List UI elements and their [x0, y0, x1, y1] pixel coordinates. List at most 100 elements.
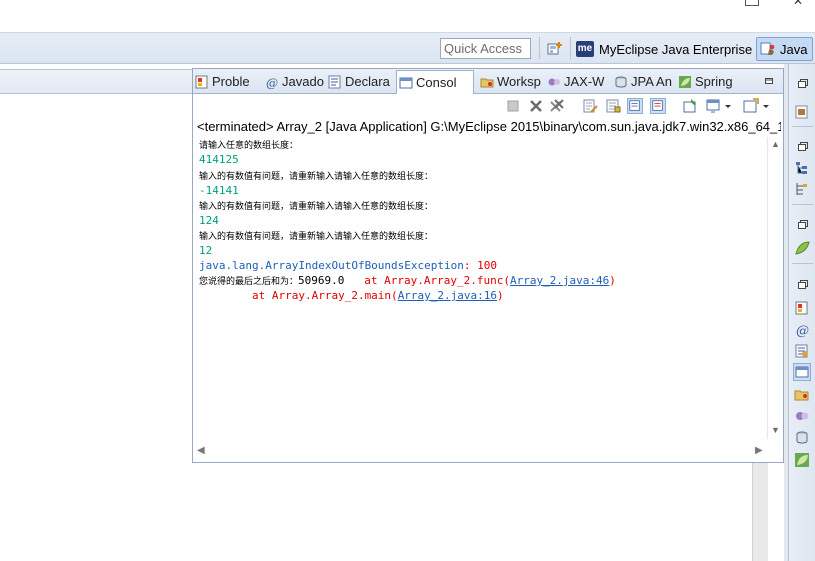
tab-workspace[interactable]: Worksp [480, 70, 544, 93]
console-line: 输入的有数值有问题，请重新输入请输入任意的数组长度： [199, 232, 434, 242]
console-input-line: -14141 [199, 184, 239, 197]
main-toolbar: Quick Access me MyEclipse Java Enterpris… [0, 32, 815, 64]
tab-declaration[interactable]: Declara [328, 70, 398, 93]
display-selected-console-icon[interactable] [706, 98, 722, 114]
editor-area-header [0, 69, 192, 94]
declaration-icon [328, 75, 341, 88]
tab-label: Declara [345, 74, 390, 89]
perspective-java-label: Java [780, 41, 808, 57]
clear-console-icon[interactable] [582, 98, 598, 114]
chevron-down-icon[interactable] [723, 98, 733, 114]
remove-all-terminated-icon[interactable] [549, 98, 565, 114]
spring-icon [679, 75, 691, 88]
console-output[interactable]: 请输入任意的数组长度： 414125 输入的有数值有问题，请重新输入请输入任意的… [193, 137, 767, 437]
tab-label: JPA An [631, 74, 672, 89]
svg-text:@: @ [266, 76, 278, 89]
stacktrace-link[interactable]: Array_2.java:16 [398, 289, 497, 302]
console-input-line: 12 [199, 244, 213, 257]
result-line: 您说得的最后之后和为：50969.0 at Array.Array_2.func… [199, 274, 616, 289]
console-horizontal-scrollbar[interactable]: ◀ ▶ [193, 441, 783, 461]
console-line: 输入的有数值有问题，请重新输入请输入任意的数组长度： [199, 172, 434, 182]
tab-jax-ws[interactable]: JAX-W [547, 70, 607, 93]
remove-launch-icon[interactable] [528, 98, 544, 114]
restore-stack-icon[interactable] [797, 78, 809, 90]
javadoc-icon: @ [266, 76, 278, 89]
scroll-right-icon[interactable]: ▶ [755, 445, 763, 456]
editor-vertical-scrollbar[interactable] [752, 463, 768, 561]
restore-stack-icon[interactable] [797, 141, 809, 153]
console-vertical-scrollbar[interactable]: ▲ ▼ [767, 137, 783, 439]
tab-label: JAX-W [564, 74, 605, 89]
workspace-trim-icon[interactable] [794, 386, 810, 402]
scroll-down-icon[interactable]: ▼ [771, 425, 780, 435]
tab-label: Worksp [497, 74, 541, 89]
eclipse-window: ✕ Quick Access me MyEclipse Java Enterpr… [0, 0, 815, 561]
console-view: Proble @ Javado Declara Consol Worksp JA… [192, 68, 784, 463]
spring-explorer-icon[interactable] [794, 240, 810, 256]
editor-area[interactable] [0, 94, 192, 561]
console-line: 请输入任意的数组长度： [199, 141, 299, 151]
maximize-view-icon[interactable] [763, 75, 775, 87]
restore-stack-icon[interactable] [797, 219, 809, 231]
tab-label: Consol [416, 75, 457, 90]
jpa-icon [615, 76, 627, 88]
console-toolbar [193, 94, 783, 118]
tab-jpa[interactable]: JPA An [614, 70, 676, 93]
package-explorer-icon[interactable] [794, 104, 810, 120]
stacktrace-line: at Array.Array_2.main(Array_2.java:16) [199, 289, 504, 303]
scroll-up-icon[interactable]: ▲ [771, 139, 780, 149]
java-perspective-icon [760, 42, 775, 55]
tab-console[interactable]: Consol [396, 70, 474, 94]
exception-line: java.lang.ArrayIndexOutOfBoundsException… [199, 259, 497, 273]
jaxws-icon [548, 78, 560, 85]
perspective-myeclipse-button[interactable]: me MyEclipse Java Enterprise [576, 38, 752, 60]
svg-text:@: @ [796, 324, 809, 338]
declaration-trim-icon[interactable] [794, 343, 810, 359]
pin-console-icon[interactable] [682, 98, 698, 114]
scroll-lock-icon[interactable] [605, 98, 621, 114]
javadoc-trim-icon[interactable]: @ [794, 322, 810, 338]
close-window-icon[interactable]: ✕ [793, 0, 807, 7]
hierarchy-icon[interactable] [794, 181, 810, 197]
title-bar: ✕ [0, 0, 815, 32]
stacktrace-suffix: ) [497, 289, 504, 302]
exception-class-link[interactable]: java.lang.ArrayIndexOutOfBoundsException [199, 259, 464, 272]
stacktrace-link[interactable]: Array_2.java:46 [510, 274, 609, 287]
stacktrace-suffix: ) [609, 274, 616, 287]
perspective-myeclipse-label: MyEclipse Java Enterprise [599, 41, 753, 57]
stacktrace-line: at Array.Array_2.func( [344, 274, 510, 287]
restore-stack-icon[interactable] [797, 279, 809, 291]
tab-spring[interactable]: Spring [678, 70, 740, 93]
myeclipse-logo-icon: me [576, 41, 594, 57]
jpa-trim-icon[interactable] [794, 430, 810, 446]
perspective-java-button[interactable]: Java [756, 37, 813, 61]
trim-separator [792, 263, 813, 264]
open-perspective-icon[interactable] [547, 41, 563, 57]
jaxws-trim-icon[interactable] [794, 408, 810, 424]
workspace-icon [480, 78, 494, 87]
quick-access-input[interactable]: Quick Access [440, 38, 531, 59]
restore-window-icon[interactable] [745, 0, 759, 6]
trim-separator [792, 126, 813, 127]
tab-problems[interactable]: Proble [195, 70, 263, 93]
scroll-left-icon[interactable]: ◀ [197, 445, 205, 456]
tab-label: Javado [282, 74, 324, 89]
console-input-line: 124 [199, 214, 219, 227]
sum-label: 您说得的最后之后和为： [199, 277, 299, 287]
terminate-icon[interactable] [505, 98, 521, 114]
console-status-label: <terminated> Array_2 [Java Application] … [197, 119, 781, 134]
spring-trim-icon[interactable] [794, 452, 810, 468]
exception-message: : 100 [463, 259, 498, 272]
chevron-down-icon[interactable] [761, 98, 771, 114]
sum-value: 50969.0 [298, 274, 345, 287]
console-icon [399, 77, 413, 88]
problems-trim-icon[interactable] [794, 300, 810, 316]
outline-icon[interactable] [794, 160, 810, 176]
problems-icon [195, 75, 208, 88]
console-trim-icon[interactable] [793, 363, 811, 381]
show-on-stdout-icon[interactable] [627, 98, 643, 114]
show-on-stderr-icon[interactable] [650, 98, 666, 114]
right-trim-stack: @ [788, 64, 815, 561]
view-tab-bar: Proble @ Javado Declara Consol Worksp JA… [193, 69, 783, 94]
open-console-icon[interactable] [743, 98, 759, 114]
